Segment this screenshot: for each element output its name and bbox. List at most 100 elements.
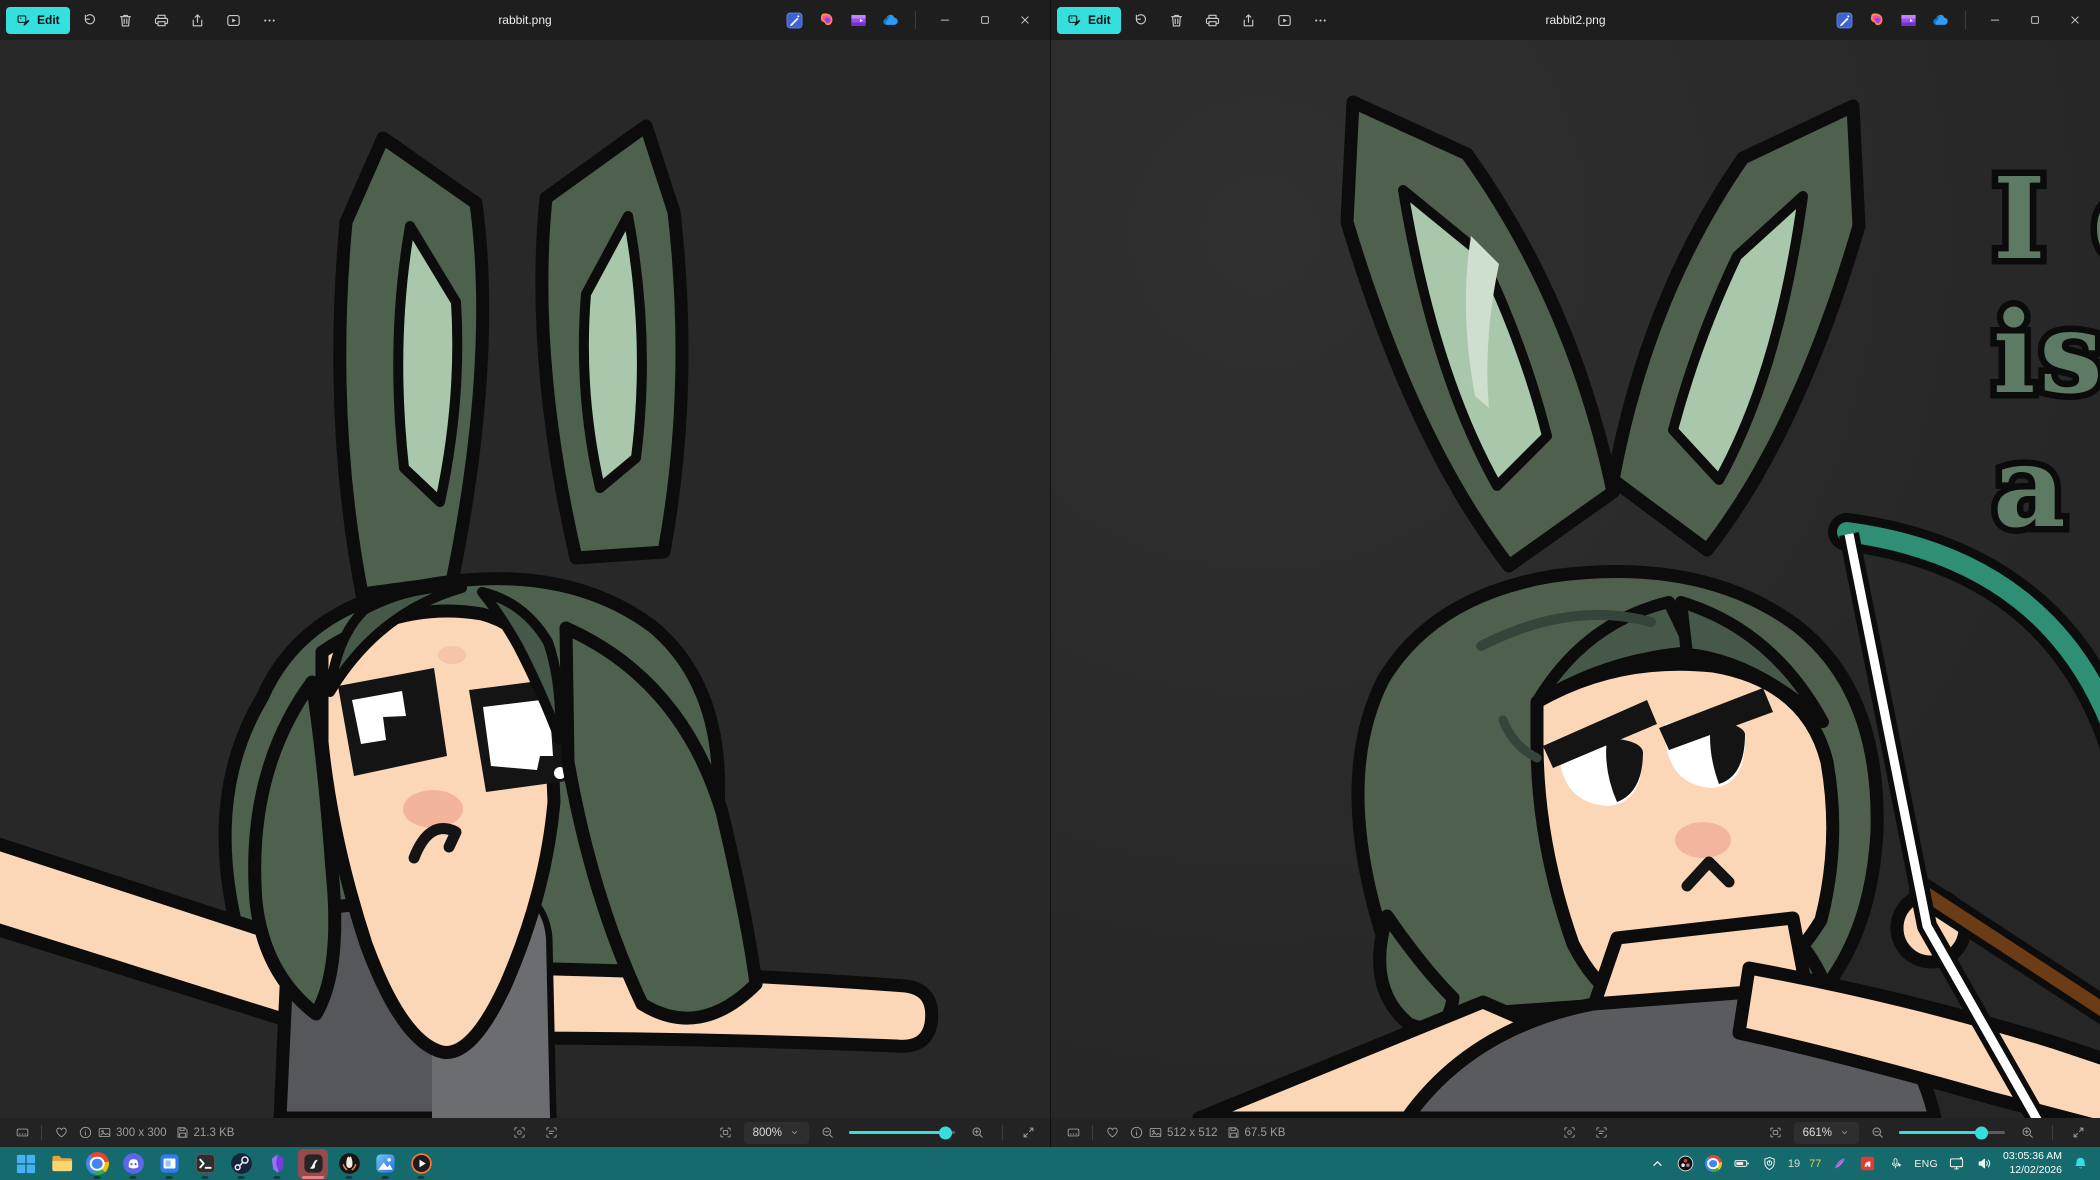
image-icon [1148, 1125, 1163, 1140]
tray-security-shield[interactable] [1760, 1154, 1779, 1173]
taskbar-photos[interactable] [370, 1149, 400, 1179]
minimize-icon [938, 13, 952, 27]
delete-button[interactable] [1161, 5, 1193, 35]
maximize-icon [978, 13, 992, 27]
tray-chrome[interactable] [1704, 1154, 1723, 1173]
text-actions-button[interactable] [540, 1122, 564, 1144]
file-size-text: 21.3 KB [194, 1127, 235, 1139]
clipchamp-app-button[interactable] [1893, 5, 1923, 35]
tray-obs[interactable] [1676, 1154, 1695, 1173]
taskbar-steam[interactable] [226, 1149, 256, 1179]
taskbar-remote-window[interactable] [154, 1149, 184, 1179]
visual-search-button[interactable] [508, 1122, 532, 1144]
tray-badge-77[interactable]: 77 [1809, 1158, 1821, 1170]
onedrive-app-button[interactable] [1925, 5, 1955, 35]
zoom-out-button[interactable] [815, 1122, 839, 1144]
designer-app-button[interactable] [779, 5, 809, 35]
fit-to-window-button[interactable] [1764, 1122, 1788, 1144]
slideshow-button[interactable] [218, 5, 250, 35]
close-button[interactable] [2056, 5, 2094, 35]
zoom-level-dropdown[interactable]: 661% [1794, 1122, 1859, 1144]
clipchamp-app-button[interactable] [843, 5, 873, 35]
paint-icon [817, 11, 836, 30]
fullscreen-button[interactable] [2066, 1122, 2090, 1144]
zoom-out-button[interactable] [1865, 1122, 1889, 1144]
language-indicator[interactable]: ENG [1914, 1158, 1938, 1170]
close-icon [2068, 13, 2082, 27]
rotate-button[interactable] [1125, 5, 1157, 35]
info-button[interactable] [73, 1122, 97, 1144]
steam-icon [230, 1152, 253, 1175]
zoom-slider-thumb[interactable] [1975, 1126, 1988, 1139]
obsidian-gem-icon [266, 1152, 289, 1175]
taskbar-terminal[interactable] [190, 1149, 220, 1179]
designer-app-button[interactable] [1829, 5, 1859, 35]
tray-battery[interactable] [1732, 1154, 1751, 1173]
tray-notifications[interactable] [2071, 1154, 2090, 1173]
tray-chevron-up[interactable] [1648, 1154, 1667, 1173]
fullscreen-button[interactable] [1016, 1122, 1040, 1144]
minimize-button[interactable] [926, 5, 964, 35]
share-button[interactable] [182, 5, 214, 35]
paint-icon [1867, 11, 1886, 30]
taskbar-file-explorer[interactable] [46, 1149, 76, 1179]
share-button[interactable] [1233, 5, 1265, 35]
taskbar-discord[interactable] [118, 1149, 148, 1179]
favorite-button[interactable] [49, 1122, 73, 1144]
paint-app-button[interactable] [1861, 5, 1891, 35]
image-canvas-rabbit2[interactable]: I d is a b [1051, 40, 2100, 1118]
minimize-button[interactable] [1976, 5, 2014, 35]
delete-button[interactable] [110, 5, 142, 35]
rotate-button[interactable] [74, 5, 106, 35]
tray-volume[interactable] [1975, 1154, 1994, 1173]
zoom-slider[interactable] [849, 1131, 955, 1134]
close-button[interactable] [1006, 5, 1044, 35]
maximize-button[interactable] [2016, 5, 2054, 35]
taskbar-clock[interactable]: 03:05:36 AM 12/02/2026 [2003, 1150, 2062, 1176]
statusbar: 300 x 300 21.3 KB 800% [0, 1118, 1050, 1147]
visual-search-button[interactable] [1558, 1122, 1582, 1144]
fit-to-window-button[interactable] [714, 1122, 738, 1144]
tray-microphone[interactable] [1886, 1154, 1905, 1173]
start-button[interactable] [10, 1149, 40, 1179]
print-button[interactable] [1197, 5, 1229, 35]
taskbar-paint-tool-active[interactable] [298, 1149, 328, 1179]
zoom-in-button[interactable] [965, 1122, 989, 1144]
paint-app-button[interactable] [811, 5, 841, 35]
more-button[interactable] [254, 5, 286, 35]
text-actions-button[interactable] [1590, 1122, 1614, 1144]
file-size: 21.3 KB [175, 1125, 235, 1140]
caption-line-3: a b [1993, 422, 2100, 553]
more-button[interactable] [1305, 5, 1337, 35]
taskbar-obsidian[interactable] [262, 1149, 292, 1179]
statusbar-divider [2052, 1125, 2053, 1140]
slideshow-button[interactable] [1269, 5, 1301, 35]
taskbar-llama[interactable] [334, 1149, 364, 1179]
rabbit-artwork [0, 40, 1050, 1118]
edit-image-icon [16, 13, 31, 28]
zoom-slider[interactable] [1899, 1131, 2005, 1134]
filmstrip-toggle-button[interactable] [1061, 1122, 1085, 1144]
image-canvas-rabbit[interactable] [0, 40, 1050, 1118]
edit-button[interactable]: Edit [1057, 7, 1121, 34]
tray-feather[interactable] [1830, 1154, 1849, 1173]
favorite-button[interactable] [1100, 1122, 1124, 1144]
filmstrip-toggle-button[interactable] [10, 1122, 34, 1144]
remote-window-icon [158, 1152, 181, 1175]
edit-button[interactable]: Edit [6, 7, 70, 34]
photos-icon [374, 1152, 397, 1175]
taskbar-chrome[interactable] [82, 1149, 112, 1179]
zoom-level-dropdown[interactable]: 800% [744, 1122, 809, 1144]
text-actions-icon [1594, 1125, 1609, 1140]
tray-badge-19[interactable]: 19 [1788, 1158, 1800, 1170]
paint-tool-icon [302, 1152, 325, 1175]
print-button[interactable] [146, 5, 178, 35]
zoom-slider-thumb[interactable] [939, 1126, 952, 1139]
onedrive-app-button[interactable] [875, 5, 905, 35]
tray-autohotkey[interactable] [1858, 1154, 1877, 1173]
info-button[interactable] [1124, 1122, 1148, 1144]
tray-hardware[interactable] [1947, 1154, 1966, 1173]
taskbar-media-player[interactable] [406, 1149, 436, 1179]
zoom-in-button[interactable] [2015, 1122, 2039, 1144]
maximize-button[interactable] [966, 5, 1004, 35]
